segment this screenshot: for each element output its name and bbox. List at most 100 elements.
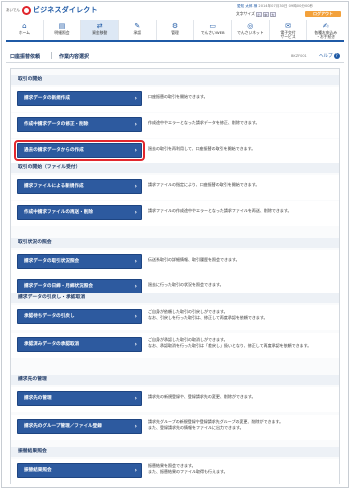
- menu-button[interactable]: 振替結果照会 ›: [17, 463, 142, 478]
- menu-button[interactable]: 請求先の管理 ›: [17, 391, 142, 406]
- description-line: 過去に行った取引の状況を照会できます。: [148, 282, 224, 287]
- nav-item-label: ホーム: [18, 30, 30, 35]
- menu-button-label[interactable]: 請求先の管理: [24, 396, 52, 401]
- chevron-right-icon: ›: [134, 95, 137, 102]
- menu-button-label[interactable]: 請求データの取引状況照会: [24, 259, 79, 264]
- form-icon: ✍: [322, 22, 329, 30]
- monitor-icon: ▭: [209, 22, 216, 30]
- logo: あいでん ビジネスダイレクト: [6, 5, 98, 15]
- help-label[interactable]: ヘルプ: [319, 54, 333, 59]
- nav-item-8[interactable]: ✍ 各種お申込み ・お手続き: [307, 20, 345, 40]
- menu-button[interactable]: 請求データの日締・月締状況照会 ›: [17, 279, 142, 294]
- login-datetime: 2014年07月30日 09時00分00秒: [258, 4, 314, 8]
- nav-item-0[interactable]: ⌂ ホーム: [6, 20, 44, 40]
- description-line: 請求ファイルの作成途中やエラーとなった請求ファイルを再送、削除できます。: [148, 208, 292, 213]
- font-size-medium-button[interactable]: 中: [262, 11, 269, 17]
- menu-row: 請求ファイルによる新規作成 › 請求ファイルの指定により、口座振替の取引を開始できま…: [11, 175, 339, 200]
- section-heading: 請求先の管理: [11, 375, 339, 385]
- help-link[interactable]: ヘルプ?: [319, 53, 340, 59]
- chevron-right-icon: ›: [134, 395, 137, 402]
- menu-button[interactable]: 承認済みデータの承認取消 ›: [17, 337, 142, 352]
- mail-icon: ✉: [285, 22, 291, 30]
- document-icon: ▤: [58, 22, 66, 30]
- nav-item-label: 明細照会: [54, 30, 70, 35]
- logout-button[interactable]: ログアウト: [305, 11, 341, 17]
- menu-description: 請求先グループの新規登録や登録請求先グループの変更、削除ができます。 また、登録請…: [148, 419, 333, 430]
- description-line: 伝送系取引の詳細情報、取引履歴を照会できます。: [148, 257, 240, 262]
- font-size-label: 文字サイズ: [236, 11, 255, 16]
- menu-button[interactable]: 作成中請求ファイルの再送・削除 ›: [17, 205, 142, 220]
- nav-item-4[interactable]: ⚙ 管理: [156, 20, 195, 40]
- menu-button[interactable]: 請求データの新規作成 ›: [17, 91, 142, 106]
- menu-button[interactable]: 請求先のグループ管理／ファイル登録 ›: [17, 419, 142, 434]
- menu-description: 過去の取引を再利用して、口座振替の取引を開始できます。: [148, 146, 333, 152]
- menu-button[interactable]: 承認待ちデータの引戻し ›: [17, 309, 142, 324]
- transfer-icon: ⇄: [96, 22, 103, 30]
- section-heading: 請求データの引戻し・承認取消: [11, 293, 339, 303]
- nav-item-5[interactable]: ▭ でんさいWEB: [194, 20, 233, 40]
- chevron-right-icon: ›: [134, 121, 137, 128]
- font-size-small-button[interactable]: 小: [255, 11, 262, 17]
- menu-description: 振替結果を照会できます。 また、振替結果のファイル取得も行えます。: [148, 463, 333, 474]
- nav-item-7[interactable]: ✉ 電子交付 サービス: [269, 20, 308, 40]
- menu-description: ご自身が依頼した取引の引戻しができます。 なお、引戻しを行った取引は、修正して再度…: [148, 309, 333, 320]
- chevron-right-icon: ›: [134, 209, 137, 216]
- home-icon: ⌂: [22, 22, 27, 30]
- menu-button-label[interactable]: 作成中請求ファイルの再送・削除: [24, 210, 93, 215]
- menu-button-label[interactable]: 請求ファイルによる新規作成: [24, 184, 84, 189]
- menu-button[interactable]: 請求データの取引状況照会 ›: [17, 254, 142, 269]
- chevron-right-icon: ›: [134, 423, 137, 430]
- logo-prefix: あいでん: [6, 7, 20, 12]
- menu-description: 伝送系取引の詳細情報、取引履歴を照会できます。: [148, 257, 333, 263]
- menu-description: 口座振替の取引を開始できます。: [148, 94, 333, 100]
- menu-button-label[interactable]: 承認待ちデータの引戻し: [24, 314, 75, 319]
- nav-item-3[interactable]: ✎ 承認: [119, 20, 157, 40]
- help-icon[interactable]: ?: [333, 53, 340, 59]
- nav-item-label: 各種お申込み ・お手続き: [314, 30, 338, 40]
- nav-item-label: 資金移動: [92, 30, 108, 35]
- description-line: 作成途中やエラーとなった請求データを修正、削除できます。: [148, 120, 260, 125]
- menu-row: 請求先のグループ管理／ファイル登録 › 請求先グループの新規登録や登録請求先グループ…: [11, 415, 339, 440]
- menu-button[interactable]: 請求ファイルによる新規作成 ›: [17, 179, 142, 194]
- menu-row: 請求データの取引状況照会 › 伝送系取引の詳細情報、取引履歴を照会できます。: [11, 250, 339, 275]
- menu-description: 作成途中やエラーとなった請求データを修正、削除できます。: [148, 120, 333, 126]
- menu-panel: 取引の開始請求データの新規作成 › 口座振替の取引を開始できます。作成中請求データの…: [10, 68, 340, 484]
- menu-button-label[interactable]: 請求先のグループ管理／ファイル登録: [24, 424, 102, 429]
- screen-id: BKZF001: [291, 54, 307, 58]
- nav-item-6[interactable]: ◎ でんさいネット: [232, 20, 270, 40]
- page-title: 作業内容選択: [59, 54, 90, 60]
- menu-button-label[interactable]: 請求データの日締・月締状況照会: [24, 284, 93, 289]
- gear-icon: ⚙: [171, 22, 179, 30]
- chevron-right-icon: ›: [134, 147, 137, 154]
- title-divider: [51, 52, 52, 59]
- chevron-right-icon: ›: [134, 341, 137, 348]
- chevron-right-icon: ›: [134, 313, 137, 320]
- nav-item-1[interactable]: ▤ 明細照会: [43, 20, 82, 40]
- menu-button[interactable]: 作成中請求データの修正・削除 ›: [17, 117, 142, 132]
- menu-button-label[interactable]: 過去の請求データからの作成: [24, 148, 84, 153]
- description-line: なお、承認取消を行った取引は「差戻し」扱いとなり、修正して再度承認を依頼できます…: [148, 342, 312, 348]
- font-size-large-button[interactable]: 大: [269, 11, 276, 17]
- menu-row: 作成中請求ファイルの再送・削除 › 請求ファイルの作成途中やエラーとなった請求ファイ…: [11, 201, 339, 226]
- menu-button-label[interactable]: 請求データの新規作成: [24, 96, 70, 101]
- nav-item-label: 管理: [171, 30, 179, 35]
- menu-button-label[interactable]: 作成中請求データの修正・削除: [24, 122, 88, 127]
- menu-description: 請求ファイルの作成途中やエラーとなった請求ファイルを再送、削除できます。: [148, 208, 333, 214]
- menu-row: 承認待ちデータの引戻し › ご自身が依頼した取引の引戻しができます。 なお、引戻しを行…: [11, 305, 339, 330]
- description-line: また、登録請求先の情報をファイルに出力できます。: [148, 424, 244, 430]
- menu-description: 請求先の新規登録や、登録請求先の変更、削除ができます。: [148, 394, 333, 400]
- nav-item-2[interactable]: ⇄ 資金移動: [81, 20, 120, 40]
- menu-button-label[interactable]: 承認済みデータの承認取消: [24, 342, 79, 347]
- page-frame: あいでん ビジネスダイレクト 愛知 太郎 様 2014年07月30日 09時00…: [1, 1, 349, 488]
- logo-text: ビジネスダイレクト: [32, 6, 98, 14]
- nav-item-label: でんさいネット: [237, 30, 264, 35]
- section-heading: 取引の開始: [11, 75, 339, 85]
- font-size-control: 文字サイズ 小 中 大: [236, 11, 276, 17]
- approve-icon: ✎: [134, 22, 141, 30]
- menu-row: 過去の請求データからの作成 › 過去の取引を再利用して、口座振替の取引を開始できます…: [11, 139, 339, 164]
- menu-description: 過去に行った取引の状況を照会できます。: [148, 282, 333, 288]
- description-line: 請求先の新規登録や、登録請求先の変更、削除ができます。: [148, 394, 256, 399]
- menu-button-label[interactable]: 振替結果照会: [24, 468, 52, 473]
- description-line: 口座振替の取引を開始できます。: [148, 94, 208, 99]
- menu-button[interactable]: 過去の請求データからの作成 ›: [14, 140, 145, 161]
